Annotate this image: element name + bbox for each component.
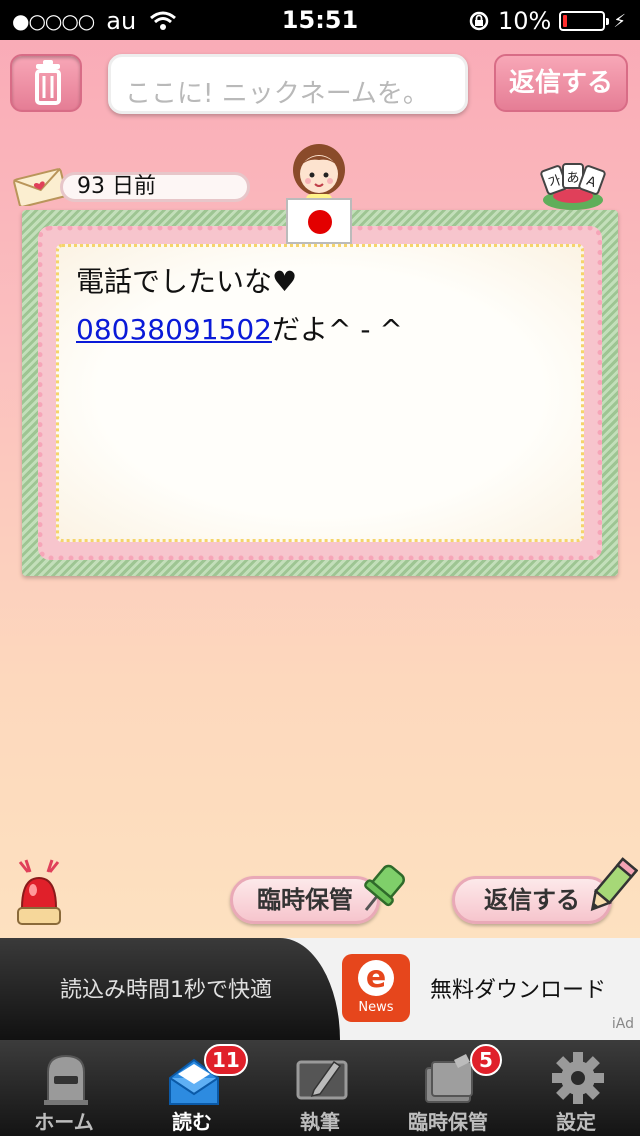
ad-download-text[interactable]: 無料ダウンロード: [430, 972, 606, 1004]
language-icon[interactable]: 가 あ A: [538, 160, 608, 212]
write-icon: [296, 1060, 348, 1100]
charging-icon: ⚡: [613, 10, 626, 32]
mailbox-icon: [44, 1054, 88, 1105]
enews-logo-icon[interactable]: e News: [342, 954, 410, 1022]
trash-button[interactable]: [10, 54, 82, 112]
unread-badge: 11: [204, 1044, 248, 1076]
ad-logo-text: News: [358, 1000, 394, 1015]
tab-write[interactable]: 執筆: [256, 1040, 384, 1136]
status-right: 10% ⚡: [468, 7, 626, 35]
tab-read-label: 読む: [172, 1110, 212, 1134]
tab-home[interactable]: ホーム: [0, 1040, 128, 1136]
battery-icon: [559, 11, 610, 31]
rotation-lock-icon: [469, 11, 489, 31]
reply-button-top[interactable]: 返信する: [494, 54, 628, 112]
ad-left-text: 読込み時間1秒で快適: [60, 978, 272, 1003]
tab-settings-label: 設定: [556, 1110, 596, 1134]
nickname-input[interactable]: ここに! ニックネームを。: [108, 54, 468, 114]
tab-temp-save-label: 臨時保管: [408, 1110, 488, 1134]
gear-icon: [552, 1052, 604, 1104]
tab-write-label: 執筆: [300, 1110, 340, 1134]
iad-tag: iAd: [611, 1016, 634, 1032]
svg-text:あ: あ: [566, 171, 579, 186]
status-bar: ●○○○○ au 15:51 10% ⚡: [0, 0, 640, 40]
ad-logo-letter: e: [358, 960, 394, 996]
pushpin-icon: [364, 864, 405, 911]
tab-temp-save[interactable]: 5 臨時保管: [384, 1040, 512, 1136]
pencil-icon: [590, 857, 638, 912]
japan-flag-icon: [286, 198, 352, 244]
battery-percent: 10%: [498, 7, 552, 35]
tab-home-label: ホーム: [34, 1110, 94, 1134]
phone-number-link[interactable]: 08038091502: [76, 313, 272, 346]
message-line-2-text: だよ^ - ^: [271, 313, 403, 346]
message-line-2: 08038091502だよ^ - ^: [76, 308, 403, 348]
trash-icon: [35, 60, 61, 105]
folder-icon: [425, 1054, 473, 1103]
temp-save-badge: 5: [470, 1044, 502, 1076]
message-date: 93 日前: [60, 172, 250, 202]
tab-read[interactable]: 11 読む: [128, 1040, 256, 1136]
alarm-bell-icon[interactable]: [14, 858, 64, 928]
tab-settings[interactable]: 設定: [512, 1040, 640, 1136]
girl-avatar-icon: [293, 144, 345, 206]
message-line-1: 電話でしたいな♥: [76, 265, 298, 298]
temp-save-button[interactable]: 臨時保管: [230, 876, 380, 924]
